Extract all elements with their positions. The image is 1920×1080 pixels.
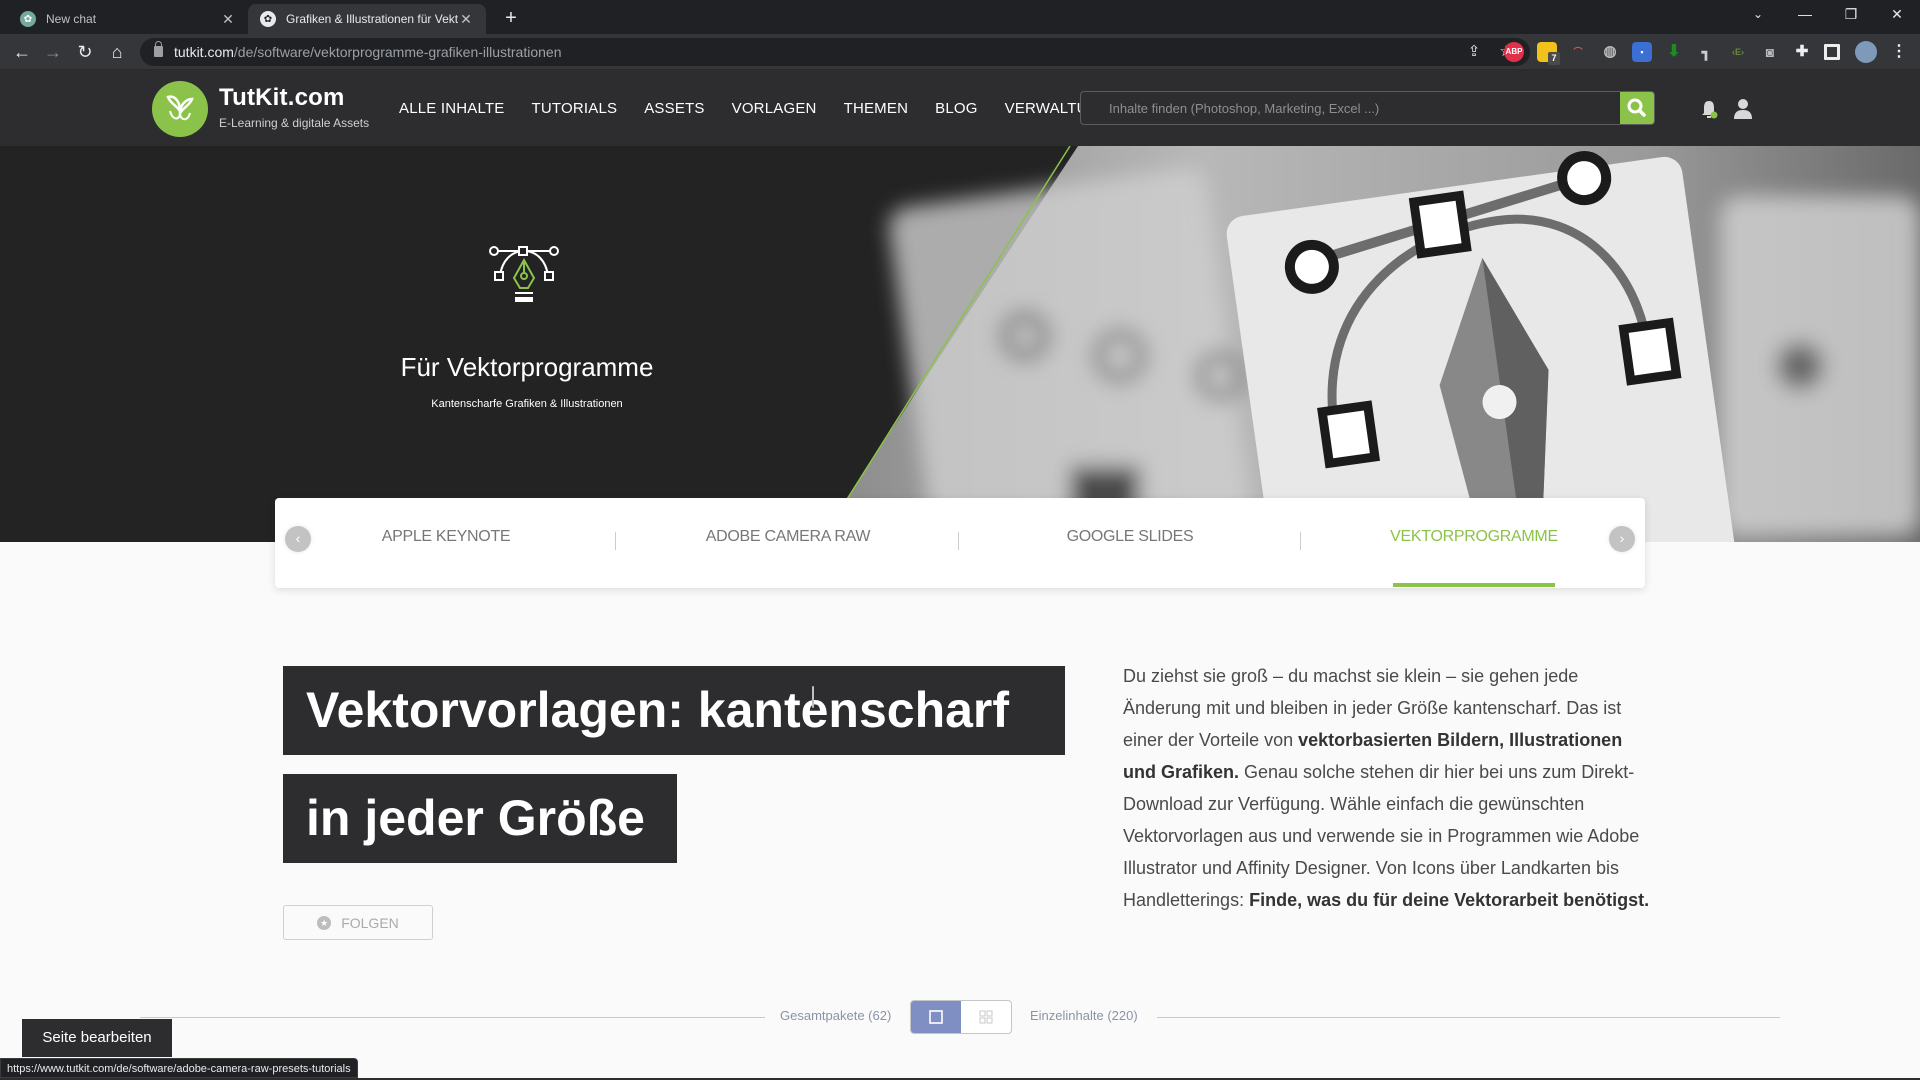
nav-vorlagen[interactable]: VORLAGEN (732, 100, 817, 117)
tab-title: New chat (46, 12, 97, 26)
nav-assets[interactable]: ASSETS (644, 100, 704, 117)
back-icon[interactable]: ← (10, 40, 34, 64)
nav-alle-inhalte[interactable]: ALLE INHALTE (399, 100, 505, 117)
single-view-button[interactable] (911, 1001, 961, 1033)
status-bar-url: https://www.tutkit.com/de/software/adobe… (0, 1058, 358, 1078)
rainbow-extension-icon[interactable]: ⌒ (1568, 42, 1588, 62)
camera-icon[interactable]: ◙ (1760, 42, 1780, 62)
hero-title: Für Vektorprogramme (400, 352, 654, 382)
chatgpt-icon: ✿ (20, 11, 36, 27)
address-bar[interactable]: tutkit.com/de/software/vektorprogramme-g… (140, 38, 1530, 66)
follow-star-icon: ★ (317, 915, 332, 930)
tutkit-icon: ✿ (260, 11, 276, 27)
globe-extension-icon[interactable]: ◍ (1600, 42, 1620, 62)
divider-right (1157, 1017, 1780, 1018)
tab-search-chevron-icon[interactable]: ⌄ (1735, 0, 1781, 30)
bell-icon[interactable] (1700, 100, 1718, 120)
url-text[interactable]: tutkit.com/de/software/vektorprogramme-g… (174, 44, 562, 60)
browser-tab-new-chat[interactable]: ✿ New chat ✕ (8, 4, 248, 34)
profile-avatar[interactable] (1855, 41, 1877, 63)
site-search (1080, 91, 1655, 125)
carousel-next-button[interactable]: › (1609, 526, 1635, 552)
nav-blog[interactable]: BLOG (935, 100, 977, 117)
nav-themen[interactable]: THEMEN (844, 100, 909, 117)
search-icon (1627, 98, 1646, 117)
grid-icon (979, 1010, 993, 1024)
view-toggle (910, 1000, 1012, 1034)
reload-icon[interactable]: ↻ (73, 40, 97, 64)
brand-name[interactable]: TutKit.com (219, 84, 345, 112)
edit-page-button[interactable]: Seite bearbeiten (22, 1019, 172, 1057)
category-description: Du ziehst sie groß – du machst sie klein… (1123, 660, 1653, 916)
close-tab-icon[interactable]: ✕ (458, 11, 474, 28)
tab-title: Grafiken & Illustrationen für Vekt (286, 12, 458, 26)
divider-left (140, 1017, 765, 1018)
active-tab-indicator (1393, 583, 1555, 587)
headline-line-1: Vektorvorlagen: kantenscharf (283, 666, 1065, 755)
follow-button[interactable]: ★ FOLGEN (283, 905, 433, 940)
home-icon[interactable]: ⌂ (105, 40, 129, 64)
hero-banner: Für Vektorprogramme Kantenscharfe Grafik… (0, 146, 1920, 542)
share-icon[interactable]: ⇪ (1464, 42, 1484, 62)
text-cursor-icon (812, 686, 814, 708)
tool-extension-icon[interactable]: ┓ (1696, 42, 1716, 62)
hero-illustration (818, 146, 1920, 542)
forward-icon[interactable]: → (41, 40, 65, 64)
vector-pen-icon (489, 246, 559, 302)
code-extension-icon[interactable]: ‹E› (1728, 42, 1748, 62)
square-icon (929, 1010, 943, 1024)
download-arrow-icon[interactable]: ⬇ (1664, 42, 1684, 62)
hero-subtitle: Kantenscharfe Grafiken & Illustrationen (431, 398, 623, 410)
tutkit-logo[interactable] (152, 81, 208, 137)
tab-adobe-camera-raw[interactable]: ADOBE CAMERA RAW (617, 528, 959, 546)
gesamtpakete-label[interactable]: Gesamtpakete (62) (780, 1008, 891, 1023)
new-tab-button[interactable]: + (498, 6, 524, 32)
main-nav: ALLE INHALTE TUTORIALS ASSETS VORLAGEN T… (399, 100, 1111, 117)
headline-line-2: in jeder Größe (283, 774, 677, 863)
user-icon[interactable] (1733, 98, 1753, 120)
search-input[interactable] (1081, 92, 1626, 124)
restore-button[interactable]: ❐ (1828, 0, 1874, 30)
tab-vektorprogramme[interactable]: VEKTORPROGRAMME (1301, 528, 1647, 546)
search-button[interactable] (1620, 92, 1654, 124)
description-text-2: Genau solche stehen dir hier bei uns zum… (1123, 762, 1640, 910)
browser-tab-tutkit[interactable]: ✿ Grafiken & Illustrationen für Vekt ✕ (248, 4, 486, 34)
lock-icon (154, 41, 163, 57)
tab-google-slides[interactable]: GOOGLE SLIDES (959, 528, 1301, 546)
brand-tagline: E-Learning & digitale Assets (219, 116, 370, 130)
adblock-plus-icon[interactable]: ABP (1504, 42, 1524, 62)
menu-kebab-icon[interactable]: ⋮ (1889, 42, 1909, 62)
minimize-button[interactable]: — (1782, 0, 1828, 30)
extensions-puzzle-icon[interactable]: ✚ (1792, 42, 1812, 62)
butterfly-icon (166, 95, 194, 121)
site-header: TutKit.com E-Learning & digitale Assets … (0, 70, 1920, 146)
einzelinhalte-label[interactable]: Einzelinhalte (220) (1030, 1008, 1138, 1023)
tab-separator (615, 532, 616, 550)
category-carousel: ‹ APPLE KEYNOTE ADOBE CAMERA RAW GOOGLE … (275, 498, 1645, 588)
grid-view-button[interactable] (961, 1001, 1011, 1033)
description-bold-2: Finde, was du für deine Vektorarbeit ben… (1249, 890, 1650, 910)
tag-extension-icon[interactable]: ▪ (1632, 42, 1652, 62)
browser-tab-strip: ✿ New chat ✕ ✿ Grafiken & Illustrationen… (0, 0, 1920, 34)
follow-label: FOLGEN (341, 914, 399, 931)
close-tab-icon[interactable]: ✕ (220, 11, 236, 28)
close-window-button[interactable]: ✕ (1874, 0, 1920, 30)
side-panel-icon[interactable] (1824, 44, 1840, 60)
extension-badge: 7 (1548, 52, 1560, 65)
nav-tutorials[interactable]: TUTORIALS (532, 100, 618, 117)
tab-apple-keynote[interactable]: APPLE KEYNOTE (275, 528, 617, 546)
